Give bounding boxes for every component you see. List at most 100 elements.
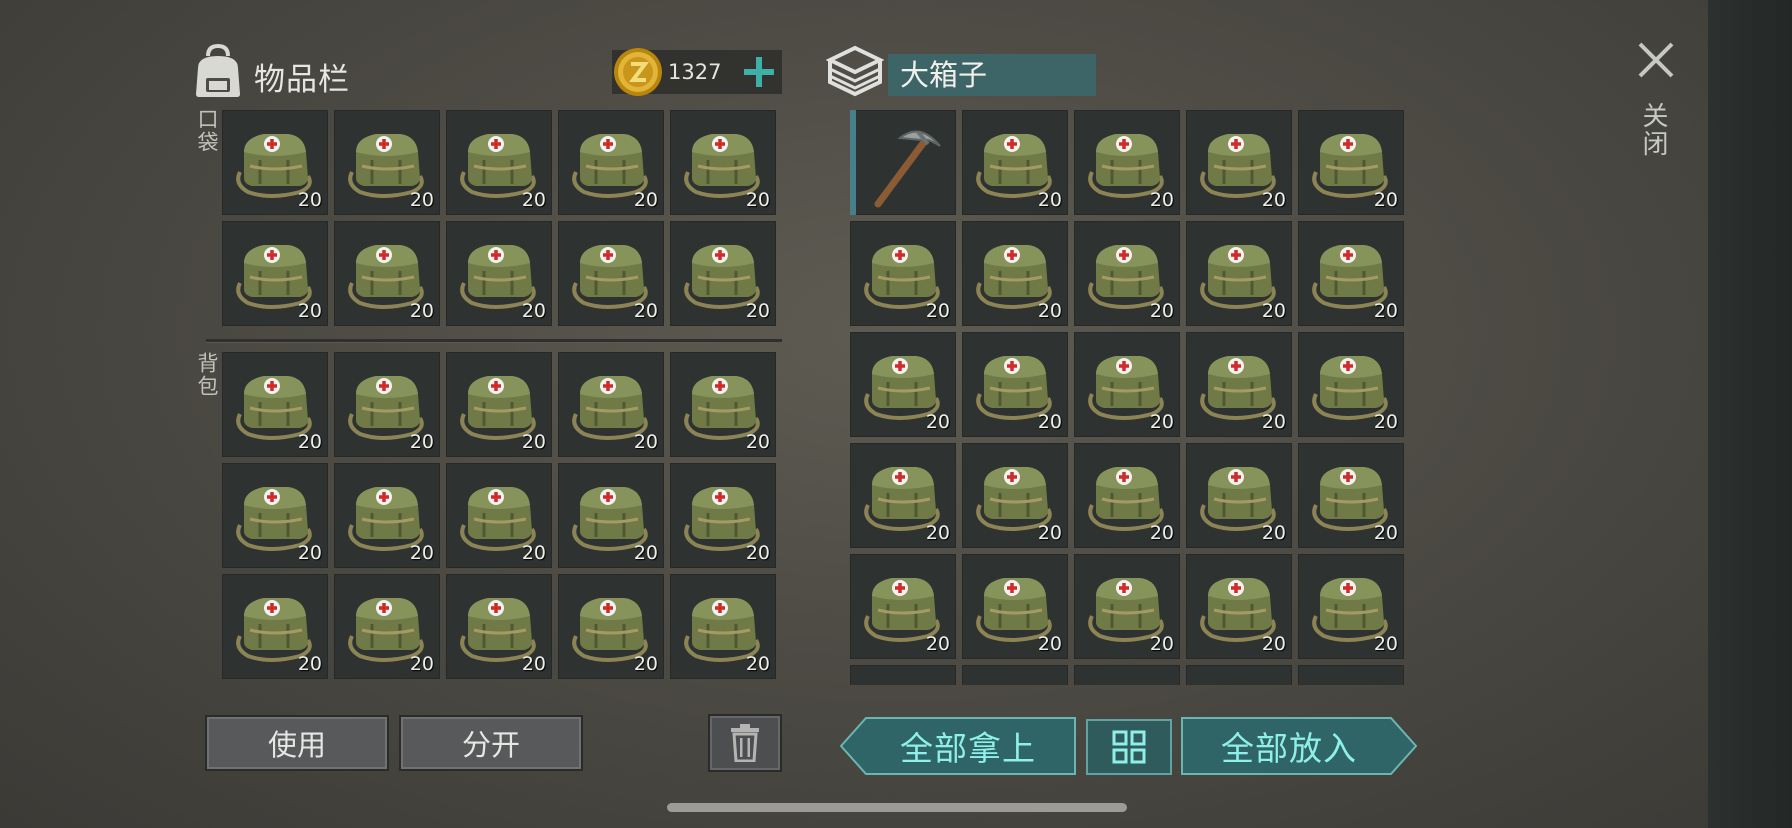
- take-all-button[interactable]: 全部拿上: [840, 717, 1076, 775]
- box-slot[interactable]: 20: [1074, 110, 1180, 215]
- split-button[interactable]: 分开: [399, 715, 583, 771]
- item-count: 20: [633, 653, 658, 675]
- box-slot[interactable]: 20: [1186, 221, 1292, 326]
- box-slot[interactable]: [962, 665, 1068, 685]
- item-count: 20: [925, 411, 950, 433]
- put-all-button[interactable]: 全部放入: [1181, 717, 1417, 775]
- item-count: 20: [1037, 633, 1062, 655]
- sort-button[interactable]: [1086, 719, 1172, 775]
- home-indicator[interactable]: [667, 803, 1127, 812]
- item-count: 20: [297, 431, 322, 453]
- item-count: 20: [633, 189, 658, 211]
- backpack-slot[interactable]: 20: [334, 463, 440, 568]
- item-count: 20: [297, 542, 322, 564]
- close-button-label[interactable]: 关闭: [1638, 102, 1672, 158]
- item-count: 20: [1261, 189, 1286, 211]
- backpack-slot[interactable]: 20: [558, 574, 664, 679]
- box-slot[interactable]: 20: [1298, 110, 1404, 215]
- item-count: 20: [925, 300, 950, 322]
- box-slot[interactable]: [1186, 665, 1292, 685]
- box-slot[interactable]: [1298, 665, 1404, 685]
- backpack-slot[interactable]: 20: [558, 463, 664, 568]
- pocket-slot[interactable]: 20: [222, 110, 328, 215]
- box-slot[interactable]: 20: [1186, 554, 1292, 659]
- put-all-label: 全部放入: [1221, 729, 1357, 768]
- backpack-slot[interactable]: 20: [222, 352, 328, 457]
- box-grid-viewport[interactable]: 20 20 20 20 20 20 20 20 20 20 20 20 20 2…: [850, 110, 1408, 685]
- item-count: 20: [297, 300, 322, 322]
- box-slot[interactable]: [850, 110, 956, 215]
- box-slot[interactable]: 20: [1298, 221, 1404, 326]
- item-count: 20: [297, 189, 322, 211]
- box-slot[interactable]: 20: [850, 443, 956, 548]
- inventory-title: 物品栏: [254, 62, 350, 98]
- close-icon[interactable]: [1636, 40, 1676, 80]
- item-count: 20: [1373, 189, 1398, 211]
- box-slot[interactable]: [850, 665, 956, 685]
- box-slot[interactable]: 20: [1298, 443, 1404, 548]
- item-count: 20: [633, 431, 658, 453]
- section-divider: [206, 339, 782, 343]
- pocket-slot[interactable]: 20: [558, 110, 664, 215]
- item-count: 20: [1261, 522, 1286, 544]
- box-slot[interactable]: 20: [1074, 221, 1180, 326]
- box-slot[interactable]: 20: [1074, 332, 1180, 437]
- item-count: 20: [745, 542, 770, 564]
- box-slot[interactable]: [1074, 665, 1180, 685]
- pocket-slot[interactable]: 20: [446, 221, 552, 326]
- pocket-slot[interactable]: 20: [334, 221, 440, 326]
- box-slot[interactable]: 20: [1186, 332, 1292, 437]
- item-count: 20: [1037, 300, 1062, 322]
- item-count: 20: [521, 431, 546, 453]
- box-slot[interactable]: 20: [1298, 332, 1404, 437]
- box-slot[interactable]: 20: [962, 332, 1068, 437]
- item-count: 20: [521, 653, 546, 675]
- backpack-slot[interactable]: 20: [446, 352, 552, 457]
- coin-icon: [614, 48, 662, 96]
- backpack-slot[interactable]: 20: [222, 574, 328, 679]
- box-slot[interactable]: 20: [850, 221, 956, 326]
- crate-icon: [826, 45, 884, 97]
- item-count: 20: [409, 300, 434, 322]
- box-slot[interactable]: 20: [962, 110, 1068, 215]
- backpack-slot[interactable]: 20: [446, 463, 552, 568]
- trash-button[interactable]: [708, 714, 782, 772]
- medical-bag-icon: [858, 677, 944, 685]
- backpack-slot[interactable]: 20: [446, 574, 552, 679]
- pocket-slot[interactable]: 20: [222, 221, 328, 326]
- grid-sort-icon: [1112, 730, 1146, 764]
- pocket-label: 口袋: [195, 108, 219, 154]
- backpack-slot[interactable]: 20: [670, 463, 776, 568]
- box-slot[interactable]: 20: [962, 221, 1068, 326]
- trash-icon: [731, 724, 759, 762]
- backpack-slot[interactable]: 20: [670, 352, 776, 457]
- box-slot[interactable]: 20: [850, 332, 956, 437]
- backpack-slot[interactable]: 20: [670, 574, 776, 679]
- backpack-slot[interactable]: 20: [334, 352, 440, 457]
- backpack-label: 背包: [195, 352, 219, 398]
- backpack-slot[interactable]: 20: [558, 352, 664, 457]
- box-slot[interactable]: 20: [1074, 443, 1180, 548]
- medical-bag-icon: [970, 677, 1056, 685]
- item-count: 20: [1261, 633, 1286, 655]
- box-slot[interactable]: 20: [962, 554, 1068, 659]
- backpack-slot[interactable]: 20: [222, 463, 328, 568]
- box-slot[interactable]: 20: [1186, 110, 1292, 215]
- item-count: 20: [633, 542, 658, 564]
- add-coins-button[interactable]: [736, 50, 782, 94]
- box-slot[interactable]: 20: [1186, 443, 1292, 548]
- pocket-slot[interactable]: 20: [334, 110, 440, 215]
- item-count: 20: [1149, 411, 1174, 433]
- pocket-slot[interactable]: 20: [558, 221, 664, 326]
- box-slot[interactable]: 20: [1074, 554, 1180, 659]
- box-slot[interactable]: 20: [1298, 554, 1404, 659]
- backpack-slot[interactable]: 20: [334, 574, 440, 679]
- item-count: 20: [297, 653, 322, 675]
- pocket-slot[interactable]: 20: [670, 221, 776, 326]
- pocket-slot[interactable]: 20: [446, 110, 552, 215]
- use-button[interactable]: 使用: [205, 715, 389, 771]
- box-slot[interactable]: 20: [850, 554, 956, 659]
- item-count: 20: [1149, 300, 1174, 322]
- pocket-slot[interactable]: 20: [670, 110, 776, 215]
- box-slot[interactable]: 20: [962, 443, 1068, 548]
